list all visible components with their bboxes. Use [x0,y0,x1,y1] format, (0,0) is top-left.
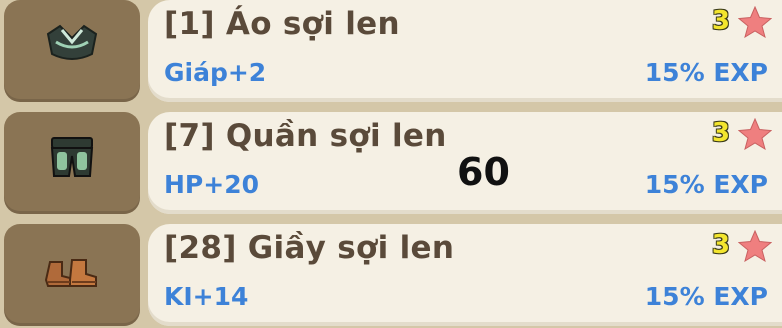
item-exp: 15% EXP [644,170,768,199]
item-icon-box[interactable] [4,0,140,102]
item-stat: HP+20 [164,170,259,199]
pants-icon [50,137,94,177]
item-name: [7] Quần sợi len [164,118,447,154]
item-exp: 15% EXP [644,58,768,87]
star-icon [738,230,772,262]
item-row-shirt[interactable]: [1] Áo sợi len Giáp+2 15% EXP 3 [0,0,782,104]
boots-icon [44,259,97,287]
star-count: 3 [711,230,730,260]
item-name: [28] Giầy sợi len [164,230,455,266]
item-stat: Giáp+2 [164,58,267,87]
item-stat: KI+14 [164,282,249,311]
item-icon-box[interactable] [4,224,140,326]
item-panel[interactable]: [28] Giầy sợi len KI+14 15% EXP 3 [148,224,782,326]
star-count: 3 [711,118,730,148]
star-icon [738,118,772,150]
star-count: 3 [711,6,730,36]
overlay-number: 60 [457,150,510,194]
item-icon-box[interactable] [4,112,140,214]
shirt-icon [46,24,98,60]
item-row-pants[interactable]: [7] Quần sợi len HP+20 15% EXP 3 [0,112,782,216]
item-row-boots[interactable]: [28] Giầy sợi len KI+14 15% EXP 3 [0,224,782,328]
star-icon [738,6,772,38]
item-name: [1] Áo sợi len [164,6,400,42]
item-panel[interactable]: [1] Áo sợi len Giáp+2 15% EXP 3 [148,0,782,102]
item-exp: 15% EXP [644,282,768,311]
